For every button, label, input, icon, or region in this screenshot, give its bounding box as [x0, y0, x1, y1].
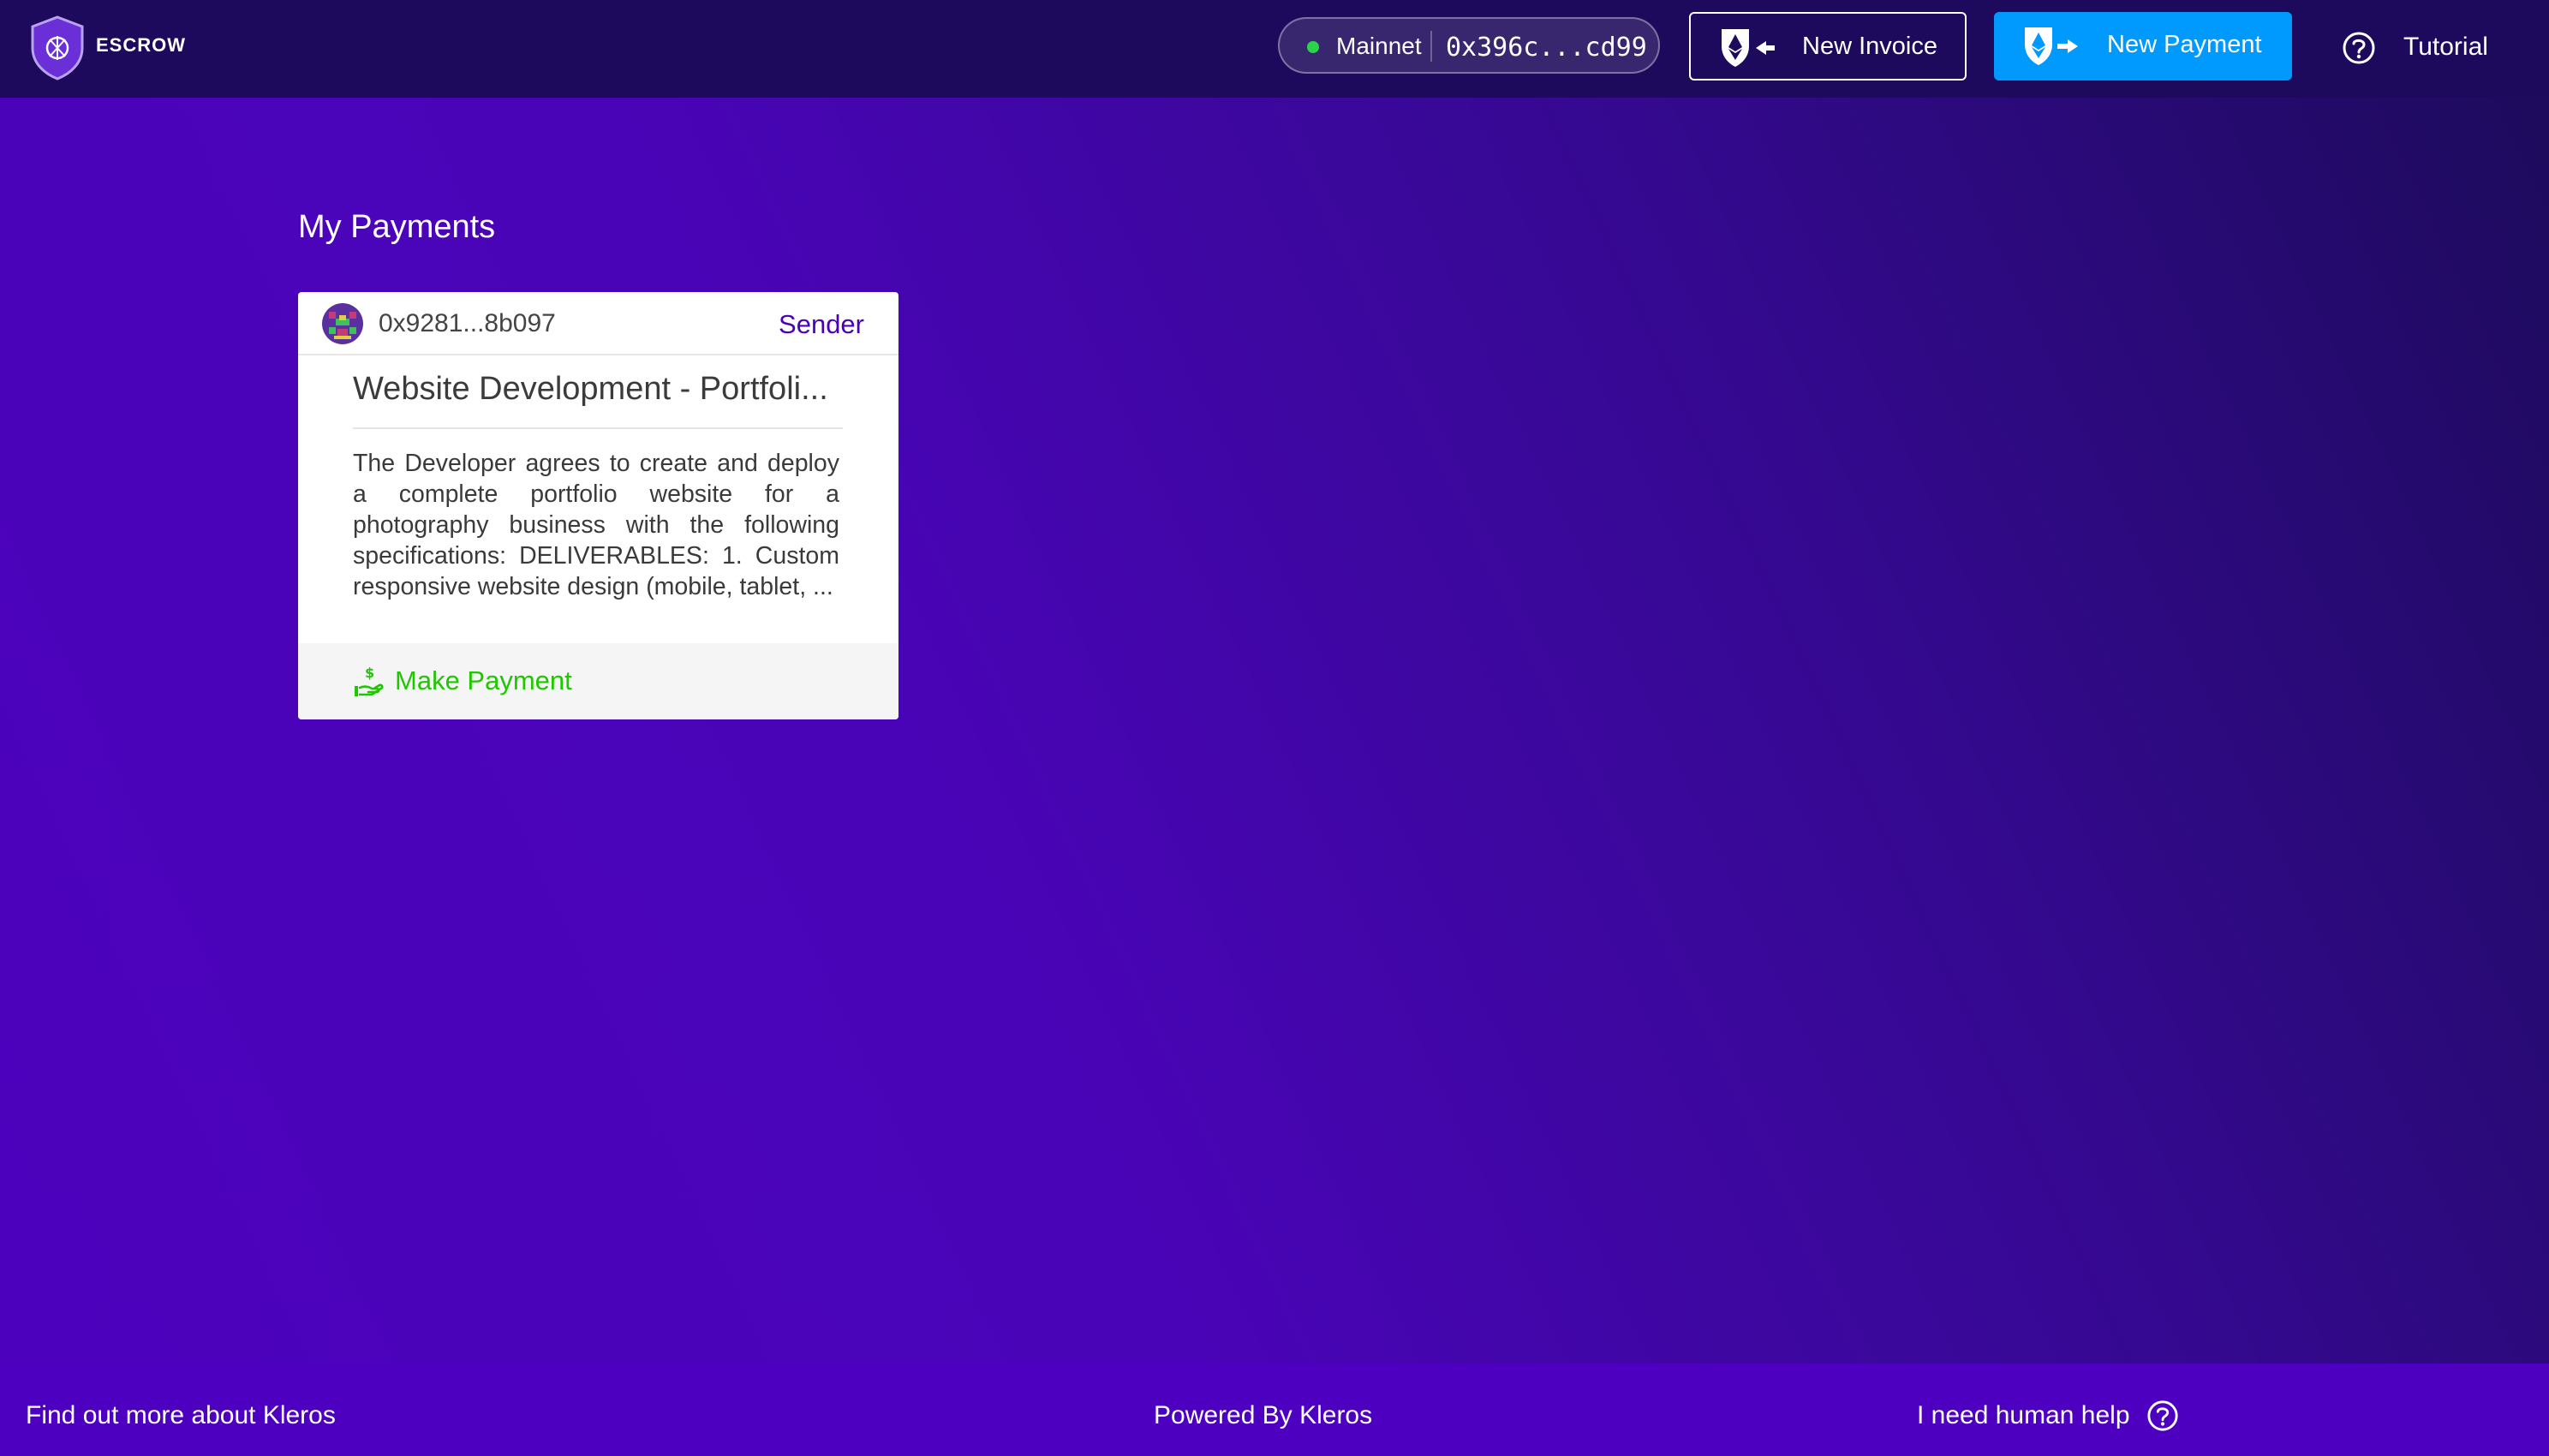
- network-wallet-indicator[interactable]: Mainnet 0x396c...cd99: [1278, 17, 1660, 74]
- human-help-link[interactable]: I need human help: [1917, 1401, 2130, 1430]
- svg-text:$: $: [365, 665, 374, 681]
- kleros-shield-logo-icon[interactable]: [29, 15, 86, 81]
- make-payment-label: Make Payment: [395, 665, 572, 695]
- role-badge: Sender: [779, 309, 864, 339]
- kleros-info-link[interactable]: Find out more about Kleros: [26, 1401, 336, 1430]
- payment-description: The Developer agrees to create and deplo…: [353, 450, 839, 600]
- payment-title: Website Development - Portfoli...: [353, 371, 828, 407]
- divider: [353, 427, 843, 429]
- powered-by-text: Powered By Kleros: [1154, 1401, 1373, 1429]
- question-circle-icon[interactable]: [2146, 1399, 2179, 1432]
- top-navigation-bar: ESCROW Mainnet 0x396c...cd99 New Invoice…: [0, 0, 2549, 98]
- tutorial-link[interactable]: Tutorial: [2342, 19, 2513, 75]
- new-payment-button[interactable]: New Payment: [1994, 12, 2292, 81]
- hand-money-icon: $: [355, 665, 384, 696]
- question-circle-icon: [2343, 32, 2375, 64]
- app-name: ESCROW: [96, 34, 186, 56]
- payment-card[interactable]: 0x9281...8b097 Sender Website Developmen…: [298, 292, 898, 719]
- network-status-dot: [1307, 41, 1319, 53]
- counterparty-address: 0x9281...8b097: [379, 309, 556, 337]
- network-name: Mainnet: [1336, 33, 1422, 59]
- card-header: 0x9281...8b097 Sender: [298, 292, 898, 355]
- divider: [1430, 31, 1432, 62]
- new-payment-label: New Payment: [2107, 31, 2262, 58]
- footer: Find out more about Kleros Powered By Kl…: [0, 1364, 2549, 1456]
- make-payment-button[interactable]: $ Make Payment: [298, 643, 898, 719]
- identicon-avatar: [322, 303, 363, 344]
- ethereum-shield-in-icon: [1722, 29, 1775, 67]
- new-invoice-label: New Invoice: [1802, 33, 1937, 60]
- tutorial-label: Tutorial: [2403, 33, 2488, 61]
- page-title: My Payments: [298, 209, 496, 245]
- wallet-address: 0x396c...cd99: [1446, 33, 1647, 63]
- new-invoice-button[interactable]: New Invoice: [1689, 12, 1967, 81]
- ethereum-shield-out-icon: [2025, 27, 2078, 65]
